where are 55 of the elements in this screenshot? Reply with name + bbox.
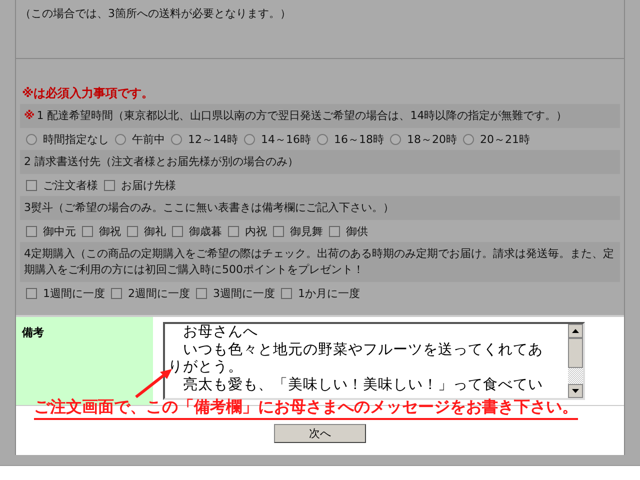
option-label: お届け先様 bbox=[121, 178, 176, 193]
option-label: 時間指定なし bbox=[43, 132, 109, 147]
checkbox[interactable] bbox=[26, 226, 37, 237]
option-label: 内祝 bbox=[245, 224, 267, 239]
option-label: 御祝 bbox=[99, 224, 121, 239]
checkbox[interactable] bbox=[82, 226, 93, 237]
option-label: 12～14時 bbox=[188, 132, 238, 147]
scroll-down-icon[interactable] bbox=[572, 389, 579, 393]
option-label: 御供 bbox=[346, 224, 368, 239]
note-text: （この場合では、3箇所への送料が必要となります。） bbox=[19, 6, 292, 22]
radio-button[interactable] bbox=[463, 134, 474, 145]
remarks-text-line: 亮太も愛も、「美味しい！美味しい！」って食べてい bbox=[182, 376, 544, 394]
checkbox[interactable] bbox=[228, 226, 239, 237]
radio-button[interactable] bbox=[171, 134, 182, 145]
checkbox[interactable] bbox=[104, 180, 115, 191]
radio-button[interactable] bbox=[244, 134, 255, 145]
option-label: 御礼 bbox=[144, 224, 166, 239]
radio-button[interactable] bbox=[26, 134, 37, 145]
option-label: 14～16時 bbox=[261, 132, 311, 147]
option-label: 20～21時 bbox=[480, 132, 530, 147]
option-label: 午前中 bbox=[132, 132, 165, 147]
scrollbar[interactable] bbox=[568, 324, 583, 398]
option-label: 2週間に一度 bbox=[128, 286, 190, 301]
option-label: 御歳暮 bbox=[189, 224, 222, 239]
remarks-textarea[interactable]: お母さんへ いつも色々と地元の野菜やフルーツを送ってくれてあ りがとう。 亮太も愛も、「美味しい！美味しい！」って食べてい bbox=[163, 322, 585, 400]
section-header: ※ 1 配達希望時間（東京都以北、山口県以南の方で翌日発送ご希望の場合は、14時以降の指定が無難です。） bbox=[20, 104, 620, 128]
checkbox[interactable] bbox=[196, 288, 207, 299]
checkbox[interactable] bbox=[26, 288, 37, 299]
remarks-text-line: お母さんへ bbox=[182, 324, 259, 342]
section-header: 3熨斗（ご希望の場合のみ。ここに無い表書きは備考欄にご記入下さい。） bbox=[20, 196, 620, 220]
checkbox[interactable] bbox=[329, 226, 340, 237]
option-label: 18～20時 bbox=[407, 132, 457, 147]
option-label: 御見舞 bbox=[290, 224, 323, 239]
required-note: ※は必須入力事項です。 bbox=[21, 85, 155, 102]
checkbox[interactable] bbox=[281, 288, 292, 299]
checkbox[interactable] bbox=[172, 226, 183, 237]
checkbox[interactable] bbox=[127, 226, 138, 237]
radio-button[interactable] bbox=[390, 134, 401, 145]
checkbox[interactable] bbox=[273, 226, 284, 237]
checkbox[interactable] bbox=[111, 288, 122, 299]
option-label: 1か月に一度 bbox=[298, 286, 360, 301]
section-header: 2 請求書送付先（注文者様とお届先様が別の場合のみ） bbox=[20, 150, 620, 174]
option-label: 1週間に一度 bbox=[43, 286, 105, 301]
next-button[interactable]: 次へ bbox=[274, 424, 366, 443]
option-label: 3週間に一度 bbox=[213, 286, 275, 301]
option-label: ご注文者様 bbox=[43, 178, 98, 193]
scroll-up-icon[interactable] bbox=[572, 329, 579, 333]
remarks-text-line: いつも色々と地元の野菜やフルーツを送ってくれてあ bbox=[182, 342, 544, 359]
radio-button[interactable] bbox=[115, 134, 126, 145]
option-label: 16～18時 bbox=[334, 132, 384, 147]
checkbox[interactable] bbox=[26, 180, 37, 191]
remarks-text-line: りがとう。 bbox=[168, 359, 244, 376]
radio-button[interactable] bbox=[317, 134, 328, 145]
section-header: 4定期購入（この商品の定期購入をご希望の際はチェック。出荷のある時期のみ定期でお届け。請求は発送毎。また、定期購入をご利用の方には初回ご購入時に500ポイントをプレゼント！ bbox=[20, 242, 620, 282]
option-label: 御中元 bbox=[43, 224, 76, 239]
